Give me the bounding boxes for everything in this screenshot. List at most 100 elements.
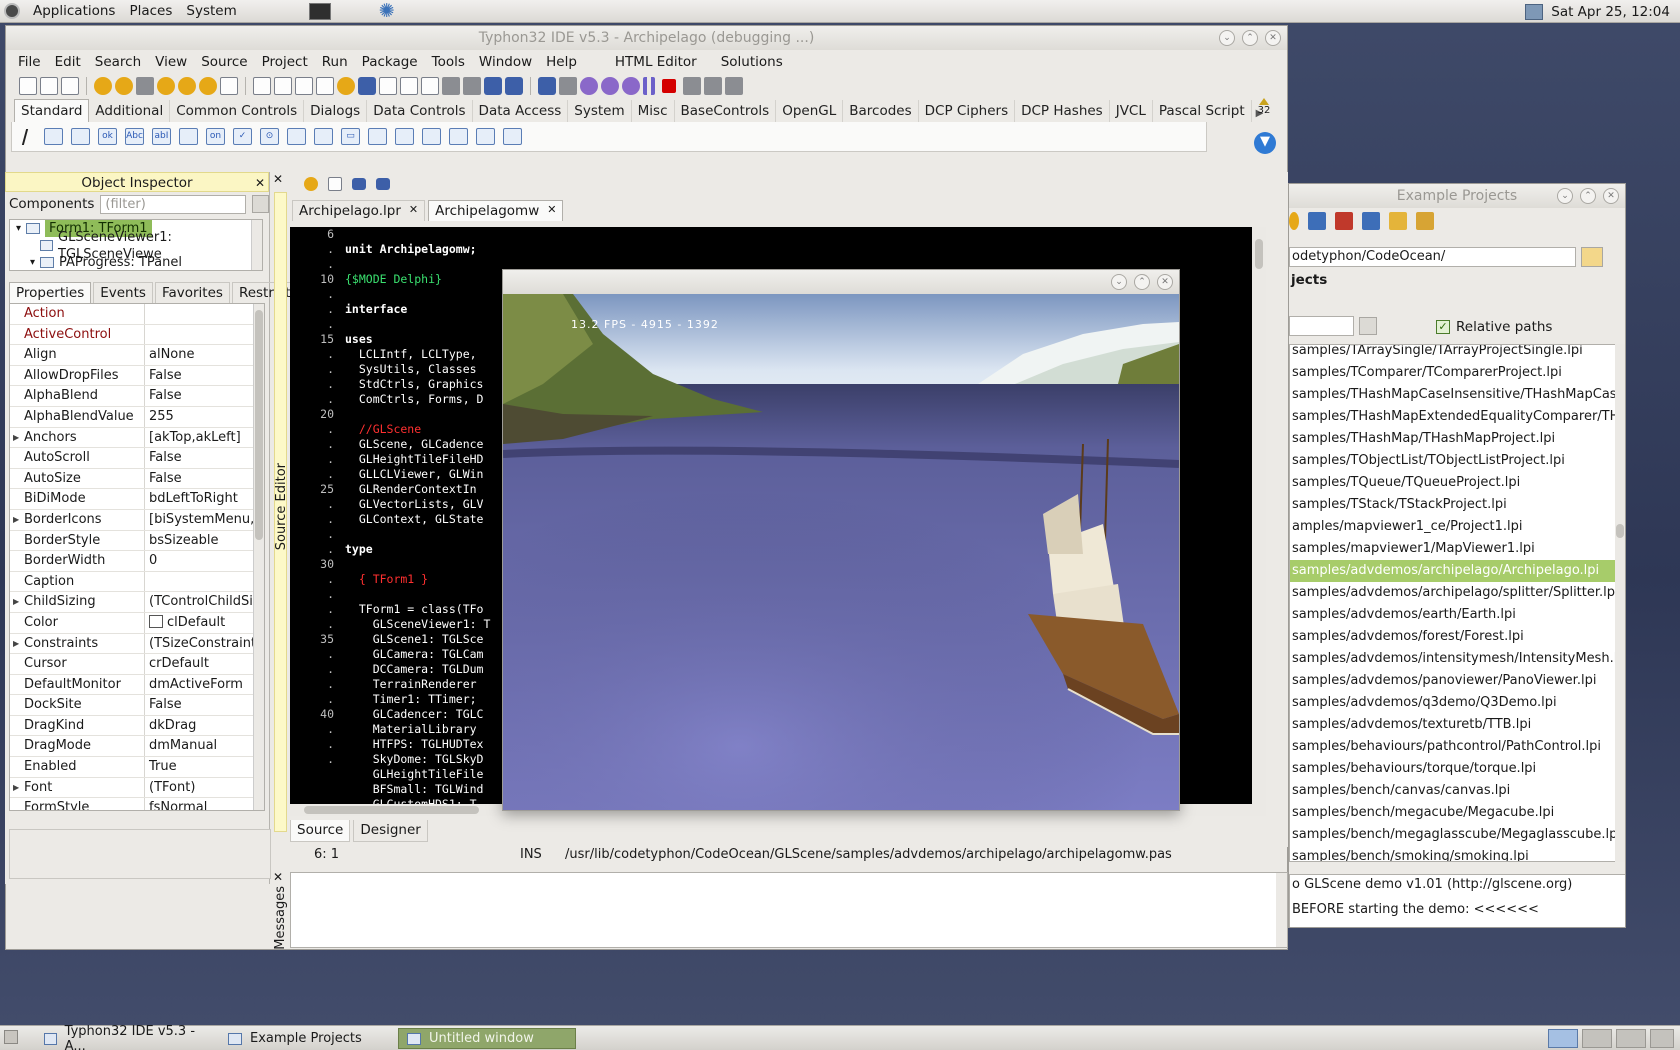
workspace-2[interactable]: [1582, 1029, 1612, 1048]
step-return-icon[interactable]: [725, 77, 743, 95]
expand-icon[interactable]: ▾: [16, 220, 21, 237]
maximize-icon[interactable]: ⌃: [1134, 274, 1150, 290]
menu-solutions[interactable]: Solutions: [714, 54, 790, 70]
palette-component-icon[interactable]: [449, 128, 468, 145]
property-row[interactable]: AutoSize False: [10, 468, 264, 490]
menu-file[interactable]: File: [11, 54, 48, 70]
projects-scrollbar[interactable]: [1615, 344, 1625, 862]
taskbar-item[interactable]: Example Projects: [220, 1028, 390, 1049]
palette-tab-barcodes[interactable]: Barcodes: [843, 100, 919, 122]
menu-view[interactable]: View: [148, 54, 194, 70]
revert-icon[interactable]: [136, 77, 154, 95]
tree-node[interactable]: GLSceneViewer1: TGLSceneViewe: [10, 230, 262, 262]
tree-scrollbar[interactable]: [251, 220, 262, 270]
project-item[interactable]: amples/mapviewer1_ce/Project1.lpi: [1290, 516, 1615, 538]
toggle-form-icon[interactable]: [253, 77, 271, 95]
property-row[interactable]: BiDiMode bdLeftToRight: [10, 489, 264, 510]
menu-search[interactable]: Search: [88, 54, 148, 70]
palette-tab-standard[interactable]: Standard: [14, 99, 90, 122]
property-value[interactable]: False: [145, 695, 264, 715]
property-value[interactable]: alNone: [145, 345, 264, 365]
filter-clear-icon[interactable]: [251, 195, 269, 213]
project-item[interactable]: samples/advdemos/q3demo/Q3Demo.lpi: [1290, 692, 1615, 714]
menu-source[interactable]: Source: [194, 54, 254, 70]
palette-tab-system[interactable]: System: [568, 100, 632, 122]
applications-menu[interactable]: Applications: [26, 3, 122, 19]
property-row[interactable]: Enabled True: [10, 757, 264, 778]
palette-component-icon[interactable]: [179, 128, 198, 145]
palette-tab-basecontrols[interactable]: BaseControls: [675, 100, 777, 122]
remove-folder-icon[interactable]: [1335, 212, 1353, 230]
expand-icon[interactable]: ▾: [30, 254, 35, 270]
expand-icon[interactable]: ▶: [13, 510, 19, 530]
open-icon[interactable]: [94, 77, 112, 95]
palette-component-icon[interactable]: ⊙: [260, 128, 279, 145]
save-icon[interactable]: [157, 77, 175, 95]
project-item[interactable]: samples/THashMapExtendedEqualityComparer…: [1290, 406, 1615, 428]
tab-designer[interactable]: Designer: [353, 820, 428, 842]
property-row[interactable]: ▶ ChildSizing (TControlChildSizin: [10, 592, 264, 613]
clock[interactable]: Sat Apr 25, 12:04: [1551, 4, 1670, 20]
project-item[interactable]: samples/advdemos/forest/Forest.lpi: [1290, 626, 1615, 648]
browse-folder-icon[interactable]: [1581, 247, 1603, 267]
taskbar-item[interactable]: Untitled window: [398, 1028, 576, 1049]
property-row[interactable]: Align alNone: [10, 345, 264, 366]
property-row[interactable]: DragKind dkDrag: [10, 715, 264, 737]
build-all-icon[interactable]: [442, 77, 460, 95]
add-folder-icon[interactable]: [1308, 212, 1326, 230]
palette-component-icon[interactable]: Abc: [125, 128, 144, 145]
palette-component-icon[interactable]: [44, 128, 63, 145]
places-menu[interactable]: Places: [122, 3, 179, 19]
new-unit-icon[interactable]: [61, 77, 79, 95]
project-item[interactable]: samples/advdemos/intensitymesh/Intensity…: [1290, 648, 1615, 670]
project-item[interactable]: samples/THashMapCaseInsensitive/THashMap…: [1290, 384, 1615, 406]
debug-windows-icon[interactable]: [505, 77, 523, 95]
demo-titlebar[interactable]: ⌄ ⌃ ✕: [503, 270, 1179, 294]
inspector-icon[interactable]: [316, 77, 334, 95]
project-item[interactable]: samples/bench/smoking/smoking.lpi: [1290, 846, 1615, 861]
tools-icon[interactable]: [559, 77, 577, 95]
palette-component-icon[interactable]: [71, 128, 90, 145]
step-over-icon[interactable]: [683, 77, 701, 95]
property-row[interactable]: AllowDropFiles False: [10, 365, 264, 387]
project-item[interactable]: samples/TQueue/TQueueProject.lpi: [1290, 472, 1615, 494]
property-row[interactable]: ▶ BorderIcons [biSystemMenu,biM: [10, 509, 264, 531]
new-form-icon[interactable]: [40, 77, 58, 95]
palette-download-icon[interactable]: ▼: [1254, 132, 1276, 154]
file-tab[interactable]: Archipelago.lpr ✕: [292, 200, 426, 221]
minimize-icon[interactable]: ⌄: [1557, 188, 1573, 204]
property-value[interactable]: False: [145, 386, 264, 406]
taskbar-item[interactable]: Typhon32 IDE v5.3 - A...: [36, 1024, 211, 1050]
project-item[interactable]: samples/bench/megacube/Megacube.lpi: [1290, 802, 1615, 824]
view-units-icon[interactable]: [274, 77, 292, 95]
palette-component-icon[interactable]: ok: [98, 128, 117, 145]
property-value[interactable]: False: [145, 469, 264, 489]
forward-arrow-icon[interactable]: [376, 178, 390, 190]
workspace-1[interactable]: [1548, 1029, 1578, 1048]
property-row[interactable]: AutoScroll False: [10, 448, 264, 469]
palette-component-icon[interactable]: ✓: [233, 128, 252, 145]
property-value[interactable]: (TSizeConstraints): [145, 634, 264, 654]
maximize-icon[interactable]: ⌃: [1242, 30, 1258, 46]
palette-tab-opengl[interactable]: OpenGL: [776, 100, 844, 122]
back-arrow-icon[interactable]: [352, 178, 366, 190]
palette-component-icon[interactable]: on: [206, 128, 225, 145]
property-row[interactable]: Caption: [10, 571, 264, 593]
property-value[interactable]: True: [145, 757, 264, 777]
close-icon[interactable]: ✕: [547, 203, 556, 219]
bookmark-icon[interactable]: [328, 177, 342, 191]
close-icon[interactable]: ✕: [1265, 30, 1281, 46]
step-out-icon[interactable]: [704, 77, 722, 95]
workspace-4[interactable]: [1650, 1029, 1674, 1048]
refresh-icon[interactable]: [1416, 212, 1434, 230]
run-to-cursor-icon[interactable]: [580, 77, 598, 95]
tab-events[interactable]: Events: [93, 282, 153, 303]
project-item[interactable]: samples/advdemos/archipelago/Archipelago…: [1290, 560, 1615, 582]
project-item[interactable]: samples/TObjectList/TObjectListProject.l…: [1290, 450, 1615, 472]
project-item[interactable]: samples/advdemos/texturetb/TTB.lpi: [1290, 714, 1615, 736]
tree-expand-icon[interactable]: [1362, 212, 1380, 230]
property-scrollbar[interactable]: [253, 304, 264, 810]
property-value[interactable]: fsNormal: [145, 798, 264, 810]
property-row[interactable]: Color clDefault: [10, 612, 264, 634]
close-icon[interactable]: ✕: [1157, 274, 1173, 290]
